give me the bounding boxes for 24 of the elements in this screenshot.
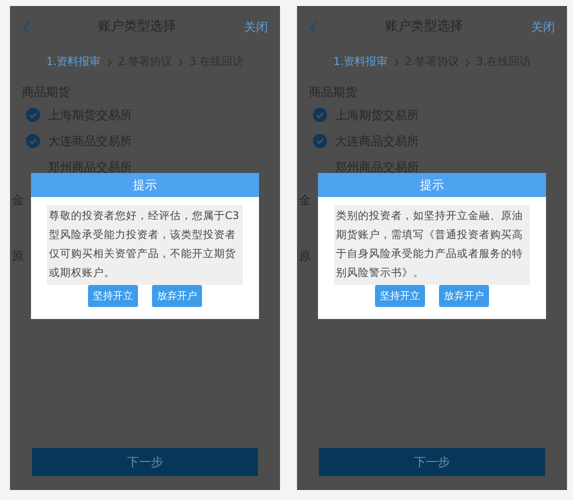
- checkmark-circle-icon[interactable]: [313, 134, 327, 148]
- dialog-button[interactable]: 放弃开户: [439, 285, 489, 307]
- dialog-button[interactable]: 放弃开户: [152, 285, 202, 307]
- checkmark-circle-icon[interactable]: [313, 108, 327, 122]
- next-button[interactable]: 下一步: [319, 448, 545, 476]
- close-link[interactable]: 关闭: [244, 18, 268, 36]
- close-link[interactable]: 关闭: [531, 18, 555, 36]
- dialog-button[interactable]: 坚持开立: [375, 285, 425, 307]
- chevron-icon: [465, 58, 470, 66]
- dialog-message: 类别的投资者，如坚持开立金融、原油期货账户，需填写《普通投资者购买高于自身风险承受能力产品或者服务的特别风险警示书》。: [336, 209, 524, 281]
- checkmark-circle-icon[interactable]: [26, 108, 40, 122]
- step-label: 1.资料报审: [333, 54, 388, 70]
- back-icon[interactable]: [309, 20, 317, 34]
- chevron-icon: [178, 58, 184, 66]
- checkmark-circle-icon[interactable]: [26, 134, 40, 148]
- dialog-message: 尊敬的投资者您好，经评估，您属于C3型风险承受能力投资者，该类型投资者仅可购买相关资管产品，不能开立期货或期权账户。: [49, 209, 240, 281]
- back-icon[interactable]: [22, 20, 30, 34]
- dialog-title: 提示: [318, 173, 546, 197]
- dialog-title: 提示: [31, 173, 259, 197]
- next-button[interactable]: 下一步: [32, 448, 258, 476]
- step-label: 1.资料报审: [46, 54, 101, 70]
- chevron-icon: [106, 58, 112, 66]
- chevron-icon: [394, 58, 399, 66]
- dialog-button[interactable]: 坚持开立: [88, 285, 138, 307]
